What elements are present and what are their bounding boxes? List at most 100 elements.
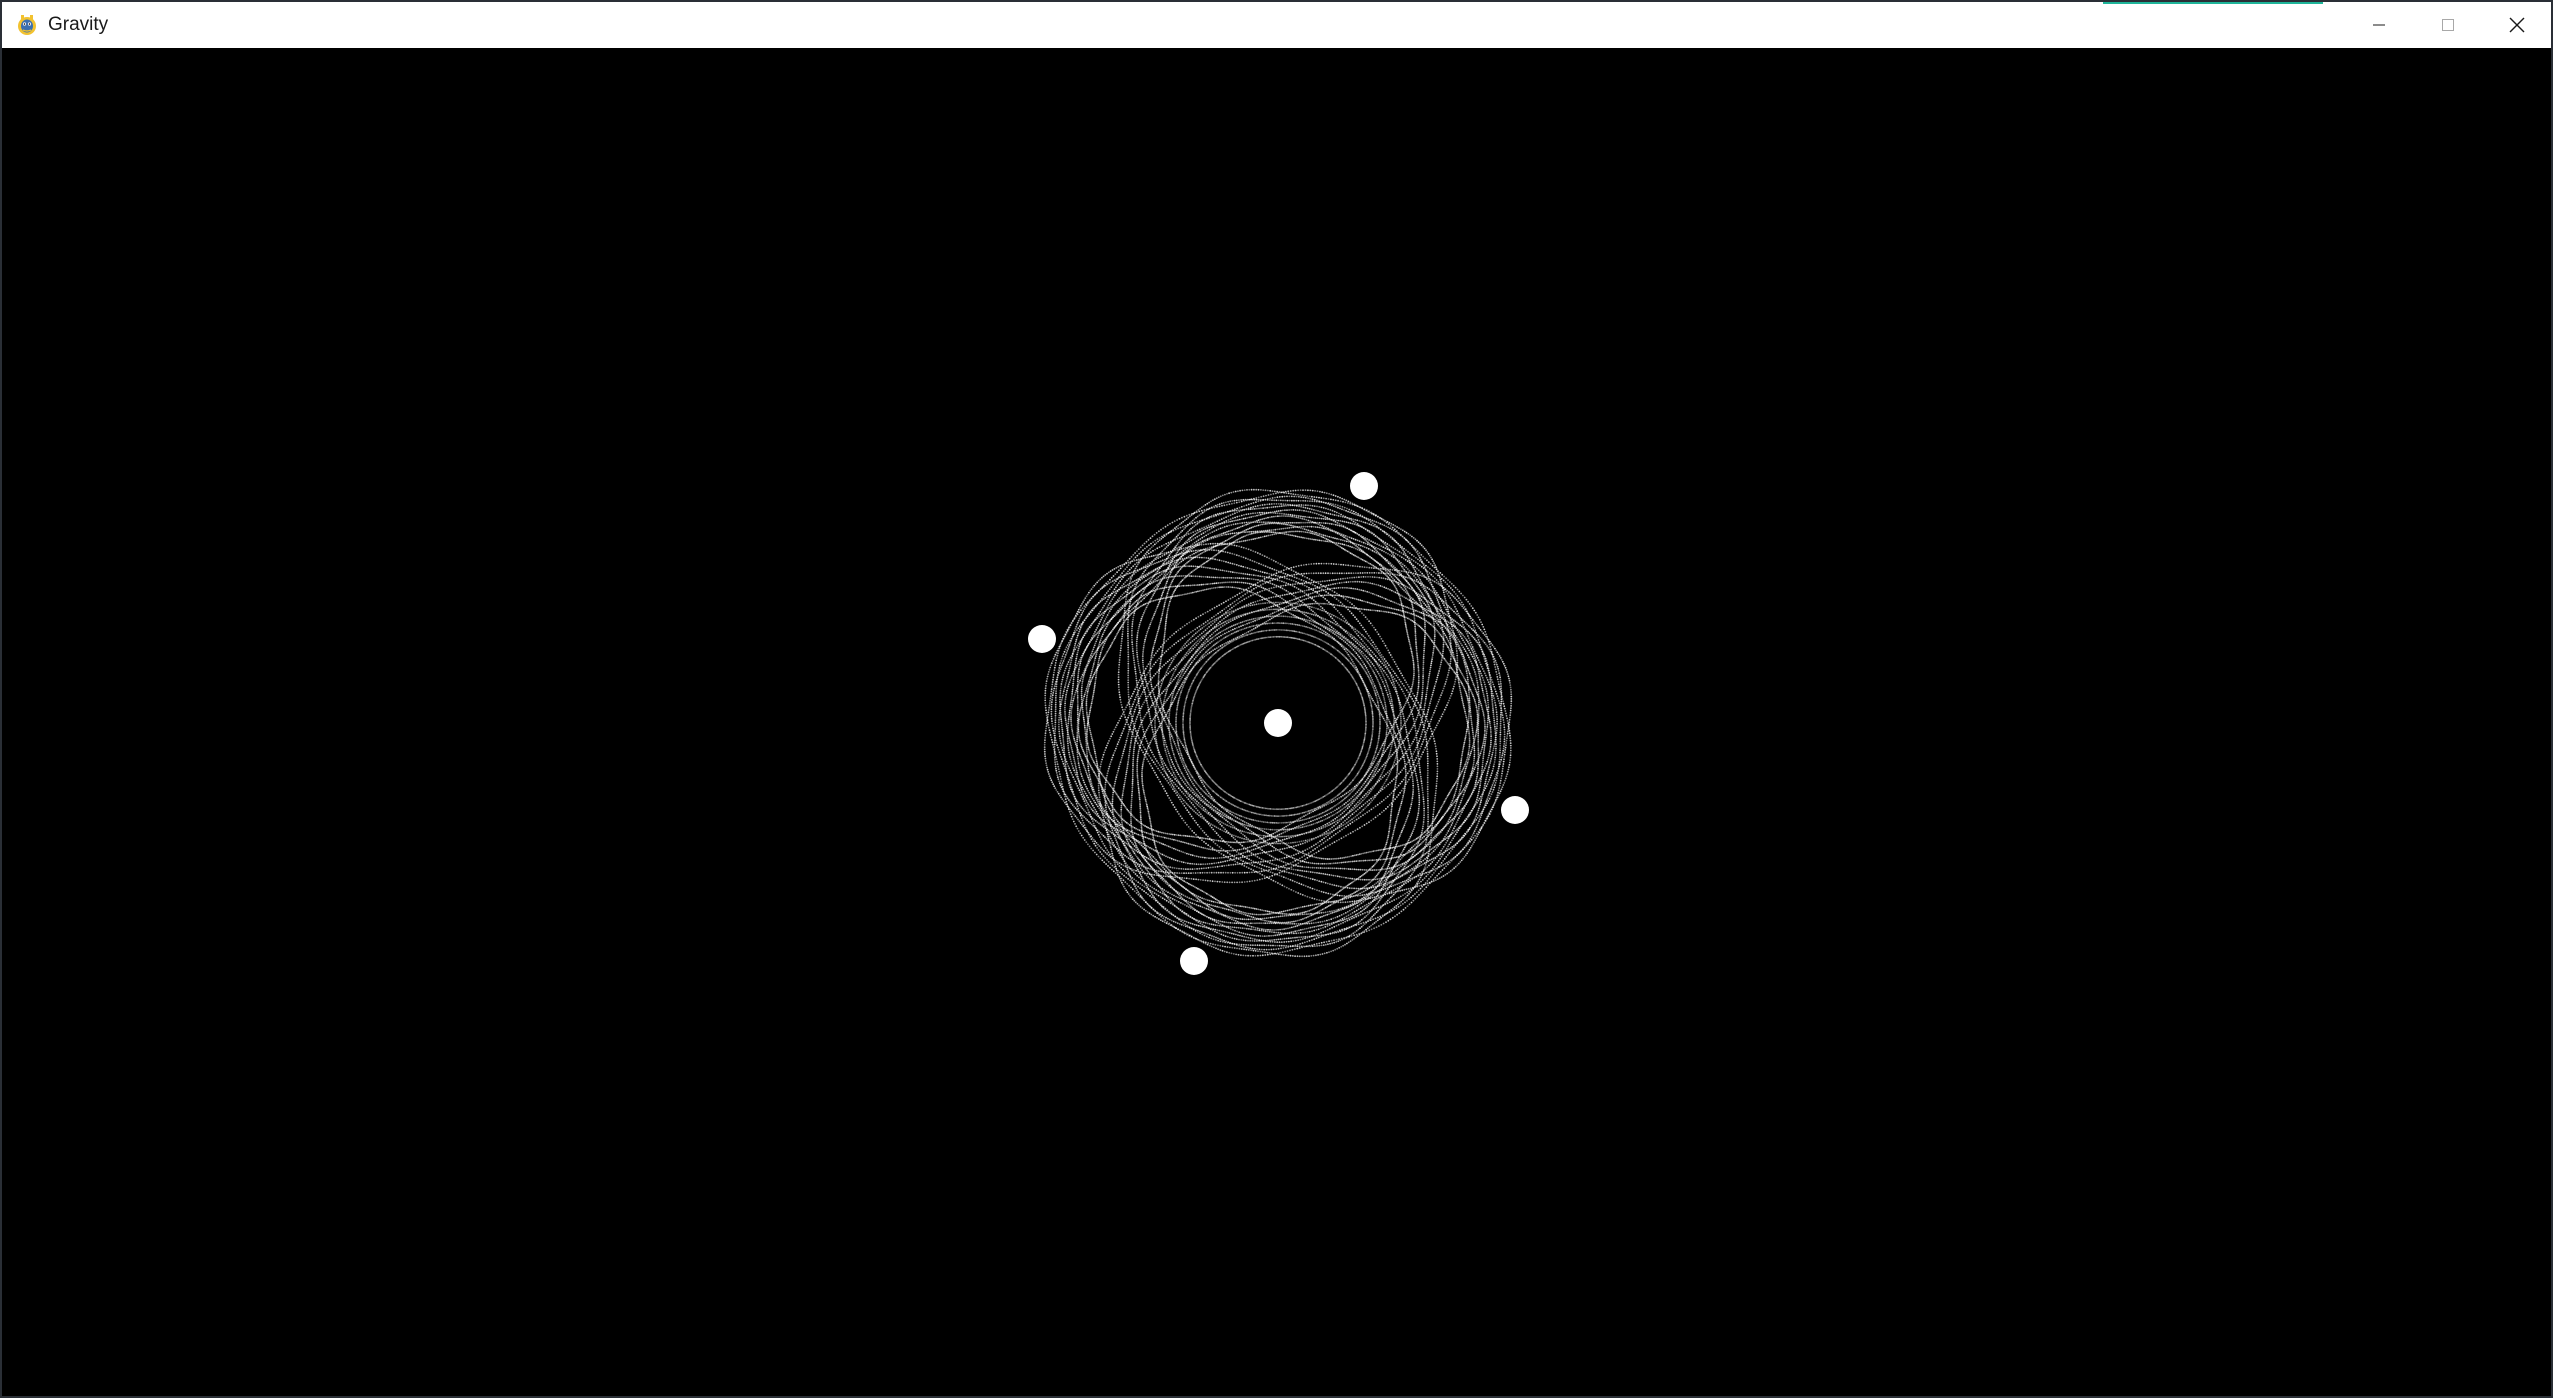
trail-particle <box>1261 949 1263 951</box>
trail-particle <box>1219 611 1221 613</box>
trail-particle <box>1383 868 1385 870</box>
trail-particle <box>1422 556 1424 558</box>
trail-particle <box>1170 759 1172 761</box>
trail-particle <box>1463 641 1465 643</box>
close-button[interactable] <box>2482 2 2551 48</box>
trail-particle <box>1444 607 1446 609</box>
trail-particle <box>1271 856 1273 858</box>
trail-particle <box>1477 689 1479 691</box>
trail-particle <box>1358 923 1360 925</box>
minimize-button[interactable] <box>2344 2 2413 48</box>
trail-particle <box>1177 629 1179 631</box>
trail-particle <box>1127 647 1129 649</box>
trail-particle <box>1170 599 1172 601</box>
trail-particle <box>1286 941 1288 943</box>
simulation-canvas-area[interactable] <box>2 48 2551 1396</box>
trail-particle <box>1118 681 1120 683</box>
trail-particle <box>1137 658 1139 660</box>
trail-particle <box>1499 686 1501 688</box>
trail-particle <box>1192 640 1194 642</box>
trail-particle <box>1349 546 1351 548</box>
trail-particle <box>1137 692 1139 694</box>
trail-particle <box>1490 650 1492 652</box>
trail-particle <box>1235 816 1237 818</box>
trail-particle <box>1446 862 1448 864</box>
trail-particle <box>1286 871 1288 873</box>
trail-particle <box>1159 663 1161 665</box>
trail-particle <box>1297 494 1299 496</box>
trail-particle <box>1481 797 1483 799</box>
trail-particle <box>1500 685 1502 687</box>
trail-particle <box>1151 700 1153 702</box>
trail-particle <box>1246 837 1248 839</box>
trail-particle <box>1378 906 1380 908</box>
trail-particle <box>1239 593 1241 595</box>
trail-particle <box>1478 691 1480 693</box>
trail-particle <box>1322 572 1324 574</box>
maximize-button[interactable] <box>2413 2 2482 48</box>
trail-particle <box>1213 841 1215 843</box>
trail-particle <box>1417 581 1419 583</box>
trail-particle <box>1248 823 1250 825</box>
trail-particle <box>1437 624 1439 626</box>
gravity-simulation[interactable] <box>2 48 2551 1398</box>
trail-particle <box>1357 860 1359 862</box>
trail-particle <box>1252 594 1254 596</box>
trail-particle <box>1139 698 1141 700</box>
trail-particle <box>1180 568 1182 570</box>
trail-particle <box>1375 907 1377 909</box>
trail-particle <box>1317 533 1319 535</box>
trail-particle <box>1450 847 1452 849</box>
trail-particle <box>1250 937 1252 939</box>
trail-particle <box>1320 514 1322 516</box>
title-bar[interactable]: Gravity <box>2 2 2551 48</box>
trail-particle <box>1313 938 1315 940</box>
trail-particle <box>1445 634 1447 636</box>
trail-particle <box>1420 554 1422 556</box>
trail-particle <box>1487 704 1489 706</box>
trail-particle <box>1148 627 1150 629</box>
trail-particle <box>1456 599 1458 601</box>
trail-particle <box>1477 733 1479 735</box>
trail-particle <box>1261 518 1263 520</box>
trail-particle <box>1405 907 1407 909</box>
trail-particle <box>1234 535 1236 537</box>
trail-particle <box>1292 949 1294 951</box>
trail-particle <box>1160 668 1162 670</box>
trail-particle <box>1200 925 1202 927</box>
trail-particle <box>1111 853 1113 855</box>
trail-particle <box>1145 608 1147 610</box>
trail-particle <box>1238 499 1240 501</box>
trail-particle <box>1150 679 1152 681</box>
trail-particle <box>1188 574 1190 576</box>
trail-particle <box>1275 881 1277 883</box>
trail-particle <box>1467 612 1469 614</box>
trail-particle <box>1241 845 1243 847</box>
trail-particle <box>1190 528 1192 530</box>
trail-particle <box>1192 783 1194 785</box>
trail-particle <box>1487 772 1489 774</box>
trail-particle <box>1266 949 1268 951</box>
trail-particle <box>1490 760 1492 762</box>
trail-particle <box>1193 619 1195 621</box>
trail-particle <box>1431 881 1433 883</box>
trail-particle <box>1226 810 1228 812</box>
trail-particle <box>1374 542 1376 544</box>
trail-particle <box>1433 872 1435 874</box>
trail-particle <box>1244 530 1246 532</box>
trail-particle <box>1401 552 1403 554</box>
trail-particle <box>1099 796 1101 798</box>
trail-particle <box>1218 604 1220 606</box>
trail-particle <box>1211 827 1213 829</box>
trail-particle <box>1271 499 1273 501</box>
trail-particle <box>1234 595 1236 597</box>
trail-particle <box>1154 706 1156 708</box>
trail-particle <box>1117 872 1119 874</box>
trail-particle <box>1151 655 1153 657</box>
trail-particle <box>1490 811 1492 813</box>
trail-particle <box>1336 572 1338 574</box>
trail-particle <box>1131 639 1133 641</box>
trail-particle <box>1480 813 1482 815</box>
trail-particle <box>1119 718 1121 720</box>
trail-particle <box>1394 857 1396 859</box>
